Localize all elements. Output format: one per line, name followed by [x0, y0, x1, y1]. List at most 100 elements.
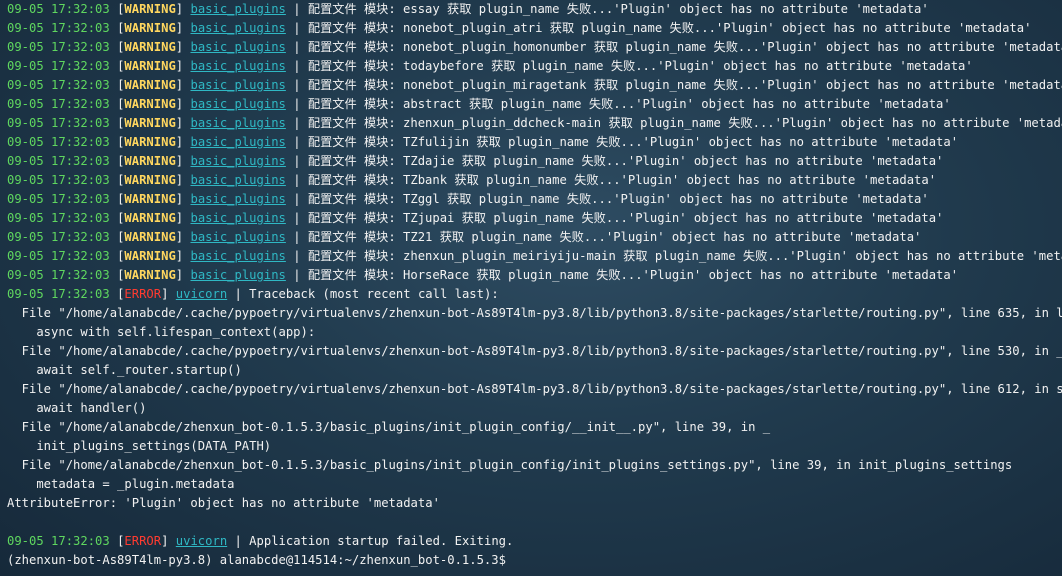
- log-module-link[interactable]: basic_plugins: [190, 173, 285, 187]
- log-module-link[interactable]: basic_plugins: [190, 249, 285, 263]
- log-level: WARNING: [124, 173, 176, 187]
- log-module-link[interactable]: basic_plugins: [190, 59, 285, 73]
- log-message: | 配置文件 模块: essay 获取 plugin_name 失败...'Pl…: [285, 2, 929, 16]
- traceback-line: File "/home/alanabcde/.cache/pypoetry/vi…: [7, 380, 1062, 399]
- traceback-line: await self._router.startup(): [7, 361, 1062, 380]
- log-line: 09-05 17:32:03 [WARNING] basic_plugins |…: [7, 97, 951, 111]
- log-module-link[interactable]: uvicorn: [176, 287, 227, 301]
- log-level: ERROR: [124, 287, 162, 301]
- log-module-link[interactable]: basic_plugins: [190, 135, 285, 149]
- log-line: 09-05 17:32:03 [ERROR] uvicorn | Traceba…: [7, 287, 499, 301]
- log-timestamp: 09-05 17:32:03: [7, 268, 110, 282]
- log-line: 09-05 17:32:03 [WARNING] basic_plugins |…: [7, 76, 1062, 95]
- log-level: WARNING: [124, 2, 176, 16]
- line-text: File "/home/alanabcde/.cache/pypoetry/vi…: [7, 306, 1062, 320]
- log-module-link[interactable]: basic_plugins: [190, 78, 285, 92]
- log-line: 09-05 17:32:03 [WARNING] basic_plugins |…: [7, 2, 929, 16]
- log-module-link[interactable]: basic_plugins: [190, 268, 285, 282]
- log-timestamp: 09-05 17:32:03: [7, 2, 110, 16]
- line-text: await handler(): [7, 401, 147, 415]
- log-message: | 配置文件 模块: nonebot_plugin_homonumber 获取 …: [285, 40, 1062, 54]
- log-message: | 配置文件 模块: TZdajie 获取 plugin_name 失败...'…: [285, 154, 944, 168]
- line-text: (zhenxun-bot-As89T4lm-py3.8) alanabcde@1…: [7, 553, 506, 567]
- log-timestamp: 09-05 17:32:03: [7, 78, 110, 92]
- line-text: async with self.lifespan_context(app):: [7, 325, 316, 339]
- log-level: WARNING: [124, 21, 176, 35]
- log-module-link[interactable]: basic_plugins: [190, 230, 285, 244]
- log-timestamp: 09-05 17:32:03: [7, 173, 110, 187]
- log-message: | 配置文件 模块: TZbank 获取 plugin_name 失败...'P…: [285, 173, 937, 187]
- log-timestamp: 09-05 17:32:03: [7, 534, 110, 548]
- log-timestamp: 09-05 17:32:03: [7, 59, 110, 73]
- log-module-link[interactable]: basic_plugins: [190, 97, 285, 111]
- log-message: | 配置文件 模块: TZ21 获取 plugin_name 失败...'Plu…: [285, 230, 922, 244]
- log-timestamp: 09-05 17:32:03: [7, 287, 110, 301]
- log-line: 09-05 17:32:03 [WARNING] basic_plugins |…: [7, 59, 973, 73]
- log-line: 09-05 17:32:03 [WARNING] basic_plugins |…: [7, 154, 944, 168]
- terminal-output[interactable]: 09-05 17:32:03 [WARNING] basic_plugins |…: [0, 0, 1062, 576]
- log-timestamp: 09-05 17:32:03: [7, 21, 110, 35]
- log-message: | 配置文件 模块: zhenxun_plugin_meiriyiju-main…: [285, 249, 1062, 263]
- log-level: WARNING: [124, 135, 176, 149]
- log-line: 09-05 17:32:03 [WARNING] basic_plugins |…: [7, 38, 1062, 57]
- log-line: 09-05 17:32:03 [WARNING] basic_plugins |…: [7, 230, 922, 244]
- line-text: File "/home/alanabcde/zhenxun_bot-0.1.5.…: [7, 458, 1013, 472]
- line-text: File "/home/alanabcde/zhenxun_bot-0.1.5.…: [7, 420, 771, 434]
- log-line: 09-05 17:32:03 [WARNING] basic_plugins |…: [7, 192, 929, 206]
- traceback-line: AttributeError: 'Plugin' object has no a…: [7, 494, 1062, 513]
- log-level: WARNING: [124, 40, 176, 54]
- log-timestamp: 09-05 17:32:03: [7, 211, 110, 225]
- log-level: WARNING: [124, 211, 176, 225]
- traceback-line: File "/home/alanabcde/.cache/pypoetry/vi…: [7, 304, 1062, 323]
- log-level: WARNING: [124, 154, 176, 168]
- log-module-link[interactable]: basic_plugins: [190, 211, 285, 225]
- log-timestamp: 09-05 17:32:03: [7, 97, 110, 111]
- log-module-link[interactable]: basic_plugins: [190, 21, 285, 35]
- log-message: | 配置文件 模块: abstract 获取 plugin_name 失败...…: [285, 97, 951, 111]
- traceback-line: await handler(): [7, 399, 1062, 418]
- log-message: | 配置文件 模块: TZjupai 获取 plugin_name 失败...'…: [285, 211, 944, 225]
- log-timestamp: 09-05 17:32:03: [7, 230, 110, 244]
- log-level: WARNING: [124, 249, 176, 263]
- log-message: | 配置文件 模块: zhenxun_plugin_ddcheck-main 获…: [285, 116, 1062, 130]
- log-message: | 配置文件 模块: nonebot_plugin_atri 获取 plugin…: [285, 21, 1032, 35]
- log-message: | 配置文件 模块: TZggl 获取 plugin_name 失败...'Pl…: [285, 192, 929, 206]
- log-message: | 配置文件 模块: TZfulijin 获取 plugin_name 失败..…: [285, 135, 959, 149]
- log-level: ERROR: [124, 534, 162, 548]
- shell-prompt: (zhenxun-bot-As89T4lm-py3.8) alanabcde@1…: [7, 551, 1062, 570]
- log-line: 09-05 17:32:03 [WARNING] basic_plugins |…: [7, 247, 1062, 266]
- log-module-link[interactable]: basic_plugins: [190, 2, 285, 16]
- log-message: | Traceback (most recent call last):: [227, 287, 499, 301]
- log-module-link[interactable]: basic_plugins: [190, 192, 285, 206]
- traceback-line: File "/home/alanabcde/zhenxun_bot-0.1.5.…: [7, 418, 1062, 437]
- log-level: WARNING: [124, 78, 176, 92]
- log-level: WARNING: [124, 97, 176, 111]
- log-level: WARNING: [124, 192, 176, 206]
- log-timestamp: 09-05 17:32:03: [7, 249, 110, 263]
- log-level: WARNING: [124, 116, 176, 130]
- log-message: | 配置文件 模块: HorseRace 获取 plugin_name 失败..…: [285, 268, 959, 282]
- traceback-line: [7, 513, 1062, 532]
- log-line: 09-05 17:32:03 [WARNING] basic_plugins |…: [7, 21, 1032, 35]
- log-line: 09-05 17:32:03 [WARNING] basic_plugins |…: [7, 114, 1062, 133]
- log-module-link[interactable]: basic_plugins: [190, 154, 285, 168]
- log-message: | Application startup failed. Exiting.: [227, 534, 514, 548]
- log-message: | 配置文件 模块: todaybefore 获取 plugin_name 失败…: [285, 59, 973, 73]
- log-module-link[interactable]: basic_plugins: [190, 116, 285, 130]
- line-text: await self._router.startup(): [7, 363, 242, 377]
- log-line: 09-05 17:32:03 [WARNING] basic_plugins |…: [7, 211, 944, 225]
- traceback-line: metadata = _plugin.metadata: [7, 475, 1062, 494]
- log-timestamp: 09-05 17:32:03: [7, 154, 110, 168]
- line-text: File "/home/alanabcde/.cache/pypoetry/vi…: [7, 382, 1062, 396]
- log-level: WARNING: [124, 268, 176, 282]
- log-level: WARNING: [124, 230, 176, 244]
- log-module-link[interactable]: uvicorn: [176, 534, 227, 548]
- line-text: metadata = _plugin.metadata: [7, 477, 235, 491]
- line-text: File "/home/alanabcde/.cache/pypoetry/vi…: [7, 344, 1062, 358]
- log-timestamp: 09-05 17:32:03: [7, 192, 110, 206]
- log-timestamp: 09-05 17:32:03: [7, 116, 110, 130]
- log-module-link[interactable]: basic_plugins: [190, 40, 285, 54]
- log-timestamp: 09-05 17:32:03: [7, 135, 110, 149]
- traceback-line: init_plugins_settings(DATA_PATH): [7, 437, 1062, 456]
- log-line: 09-05 17:32:03 [ERROR] uvicorn | Applica…: [7, 534, 514, 548]
